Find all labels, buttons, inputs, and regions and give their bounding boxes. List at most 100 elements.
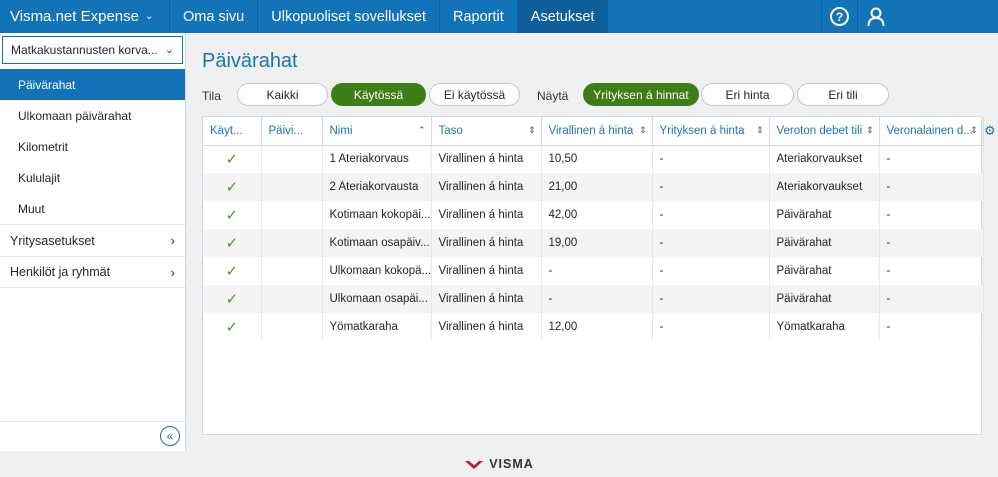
sort-icon: ⇕ (865, 125, 874, 135)
cell-veronalainen: - (879, 313, 984, 341)
cell-nimi: Ulkomaan osapäi... (322, 285, 432, 313)
cell-taso: Virallinen á hinta (431, 285, 542, 313)
cell-nimi: Yömatkaraha (322, 313, 432, 341)
app-switcher[interactable]: Visma.net Expense ⌄ (0, 0, 170, 33)
cell-veroton-tili: Ateriakorvaukset (769, 173, 880, 201)
check-icon: ✓ (203, 229, 262, 257)
cell-yrityksen-hinta: - (652, 229, 770, 257)
column-header-kaytossa[interactable]: Käyt... (203, 117, 262, 146)
show-yrityksen-hinnat-button[interactable]: Yrityksen á hinnat (583, 83, 699, 106)
cell-veroton-tili: Ateriakorvaukset (769, 145, 880, 173)
help-icon: ? (830, 7, 849, 26)
column-header-paivitetty[interactable]: Päivi... (261, 117, 323, 146)
column-header-veronalainen-debet[interactable]: Veronalainen d... ⇕ (879, 117, 984, 146)
sidebar: Matkakustannusten korva... ⌄ Päivärahat … (0, 33, 186, 451)
cell-nimi: Kotimaan osapäiv... (322, 229, 432, 257)
gear-icon[interactable]: ⚙ (984, 123, 996, 139)
cell-yrityksen-hinta: - (652, 173, 770, 201)
cell-virallinen-hinta: - (541, 285, 653, 313)
nav-raportit[interactable]: Raportit (440, 0, 518, 33)
cell-veronalainen: - (879, 145, 984, 173)
cell-taso: Virallinen á hinta (431, 173, 542, 201)
chevron-down-icon: ⌄ (144, 11, 154, 22)
filter-ei-kaytossa-button[interactable]: Ei käytössä (429, 83, 520, 106)
footer: VISMA (0, 451, 998, 477)
category-select-value: Matkakustannusten korva... (11, 43, 158, 57)
table-row[interactable]: ✓ 2 Ateriakorvausta Virallinen á hinta 2… (203, 173, 984, 201)
cell-yrityksen-hinta: - (652, 145, 770, 173)
sidebar-item-muut[interactable]: Muut (0, 193, 185, 224)
column-header-virallinen-hinta[interactable]: Virallinen á hinta ⇕ (541, 117, 653, 146)
table-header-row: Käyt... Päivi... Nimi ⌃ Taso ⇕ Virallinen … (203, 117, 984, 146)
cell-virallinen-hinta: 42,00 (541, 201, 653, 229)
cell-yrityksen-hinta: - (652, 257, 770, 285)
table-row[interactable]: ✓ 1 Ateriakorvaus Virallinen á hinta 10,… (203, 145, 984, 173)
user-icon (867, 7, 884, 26)
sort-icon: ⇕ (638, 125, 647, 135)
cell-taso: Virallinen á hinta (431, 145, 542, 173)
table-row[interactable]: ✓ Kotimaan osapäiv... Virallinen á hinta… (203, 229, 984, 257)
sidebar-list: Päivärahat Ulkomaan päivärahat Kilometri… (0, 69, 185, 224)
show-eri-hinta-button[interactable]: Eri hinta (701, 83, 794, 106)
cell-virallinen-hinta: 19,00 (541, 229, 653, 257)
chevron-right-icon: › (170, 264, 175, 280)
nav-asetukset[interactable]: Asetukset (517, 0, 609, 33)
show-eri-tili-button[interactable]: Eri tili (797, 83, 889, 106)
column-header-taso[interactable]: Taso ⇕ (431, 117, 542, 146)
cell-virallinen-hinta: 12,00 (541, 313, 653, 341)
cell-veronalainen: - (879, 285, 984, 313)
filter-kaikki-button[interactable]: Kaikki (237, 83, 328, 106)
cell-veroton-tili: Päivärahat (769, 229, 880, 257)
table-row[interactable]: ✓ Ulkomaan osapäi... Virallinen á hinta … (203, 285, 984, 313)
sidebar-item-ulkomaan-paivarahat[interactable]: Ulkomaan päivärahat (0, 100, 185, 131)
nav-ulkopuoliset-sovellukset[interactable]: Ulkopuoliset sovellukset (258, 0, 440, 33)
visma-logo-text: VISMA (489, 457, 534, 471)
cell-nimi: Ulkomaan kokopä... (322, 257, 432, 285)
nav-oma-sivu[interactable]: Oma sivu (170, 0, 259, 33)
allowances-table: Käyt... Päivi... Nimi ⌃ Taso ⇕ Virallinen … (202, 116, 984, 435)
sort-asc-icon: ⌃ (417, 125, 426, 135)
table-row[interactable]: ✓ Ulkomaan kokopä... Virallinen á hinta … (203, 257, 984, 285)
filter-kaytossa-button[interactable]: Käytössä (331, 83, 426, 106)
sidebar-group-label: Henkilöt ja ryhmät (10, 265, 111, 279)
sidebar-footer: « (0, 421, 186, 451)
check-icon: ✓ (203, 313, 262, 341)
cell-virallinen-hinta: 21,00 (541, 173, 653, 201)
check-icon: ✓ (203, 201, 262, 229)
cell-yrityksen-hinta: - (652, 201, 770, 229)
cell-virallinen-hinta: 10,50 (541, 145, 653, 173)
collapse-sidebar-icon[interactable]: « (160, 426, 180, 446)
cell-veroton-tili: Yömatkaraha (769, 313, 880, 341)
cell-veroton-tili: Päivärahat (769, 285, 880, 313)
nayta-label: Näytä (537, 89, 569, 103)
tila-label: Tila (202, 89, 221, 103)
column-header-yrityksen-hinta[interactable]: Yrityksen á hinta ⇕ (652, 117, 770, 146)
sidebar-item-kilometrit[interactable]: Kilometrit (0, 131, 185, 162)
table-row[interactable]: ✓ Kotimaan kokopäi... Virallinen á hinta… (203, 201, 984, 229)
column-header-veroton-debet-tili[interactable]: Veroton debet tili ⇕ (769, 117, 880, 146)
chevron-right-icon: › (170, 233, 175, 248)
cell-veronalainen: - (879, 257, 984, 285)
table-row[interactable]: ✓ Yömatkaraha Virallinen á hinta 12,00 -… (203, 313, 984, 341)
column-header-nimi[interactable]: Nimi ⌃ (322, 117, 432, 146)
sort-icon: ⇕ (755, 125, 764, 135)
category-select[interactable]: Matkakustannusten korva... ⌄ (2, 36, 183, 64)
cell-veronalainen: - (879, 173, 984, 201)
cell-yrityksen-hinta: - (652, 285, 770, 313)
cell-yrityksen-hinta: - (652, 313, 770, 341)
visma-logo: VISMA (464, 457, 534, 471)
cell-veronalainen: - (879, 201, 984, 229)
user-menu-button[interactable] (857, 0, 893, 33)
sidebar-item-kululajit[interactable]: Kululajit (0, 162, 185, 193)
check-icon: ✓ (203, 257, 262, 285)
sort-icon: ⇕ (969, 125, 978, 135)
top-navigation-bar: Visma.net Expense ⌄ Oma sivu Ulkopuolise… (0, 0, 998, 33)
sidebar-group-yritysasetukset[interactable]: Yritysasetukset › (0, 224, 185, 256)
check-icon: ✓ (203, 173, 262, 201)
cell-taso: Virallinen á hinta (431, 313, 542, 341)
cell-nimi: Kotimaan kokopäi... (322, 201, 432, 229)
sidebar-item-paivarahat[interactable]: Päivärahat (0, 69, 185, 100)
page-title: Päivärahat (202, 50, 298, 72)
sidebar-group-henkilot-ja-ryhmat[interactable]: Henkilöt ja ryhmät › (0, 256, 185, 288)
help-button[interactable]: ? (821, 0, 857, 33)
